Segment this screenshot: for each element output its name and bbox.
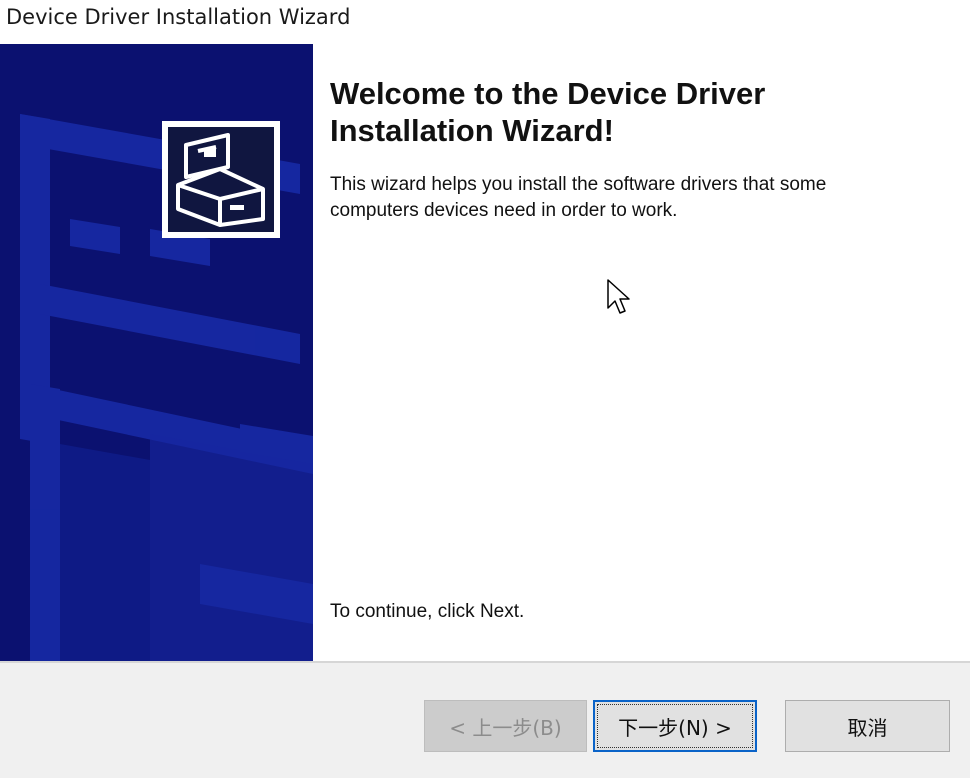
wizard-content: Welcome to the Device Driver Installatio… [313, 44, 970, 661]
focus-rectangle [597, 704, 753, 748]
back-button[interactable]: < 上一步(B) [424, 700, 587, 752]
next-button[interactable]: 下一步(N) > [593, 700, 757, 752]
wizard-banner [0, 44, 313, 661]
page-title: Welcome to the Device Driver Installatio… [330, 76, 766, 148]
computer-case-icon [162, 121, 280, 238]
continue-instruction: To continue, click Next. [330, 601, 525, 622]
window-title: Device Driver Installation Wizard [6, 5, 351, 29]
title-bar[interactable]: Device Driver Installation Wizard [0, 0, 970, 44]
wizard-description: This wizard helps you install the softwa… [330, 174, 827, 221]
mouse-cursor-icon [607, 279, 630, 314]
footer-separator [0, 661, 970, 663]
cancel-button[interactable]: 取消 [785, 700, 950, 752]
